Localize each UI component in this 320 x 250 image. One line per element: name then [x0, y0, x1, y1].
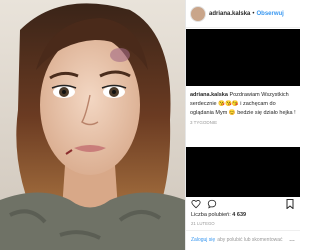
login-text: aby polubić lub skomentować	[217, 237, 283, 243]
avatar[interactable]	[190, 5, 206, 22]
more-options-icon[interactable]: …	[289, 237, 295, 243]
heart-icon[interactable]	[191, 199, 201, 209]
redacted-block-bottom	[186, 147, 300, 197]
post-header: adriana.kalska • Obserwuj	[186, 0, 300, 28]
likes-label: Liczba polubień:	[191, 212, 231, 218]
post-photo[interactable]	[0, 0, 185, 250]
caption-time: 3 tygodnie	[190, 120, 218, 125]
follow-button[interactable]: Obserwuj	[256, 11, 283, 17]
separator-dot: •	[252, 10, 255, 17]
instagram-post: adriana.kalska • Obserwuj adriana.kalska…	[0, 0, 300, 250]
post-actions	[191, 199, 217, 209]
portrait-image	[0, 0, 185, 250]
post-caption: adriana.kalska Pozdrawiam Wszystkich ser…	[190, 91, 296, 118]
bookmark-icon[interactable]	[286, 199, 294, 209]
likes-count: Liczba polubień: 4 639	[191, 212, 246, 218]
header-username[interactable]: adriana.kalska	[209, 11, 250, 17]
comment-icon[interactable]	[207, 199, 217, 209]
caption-username[interactable]: adriana.kalska	[190, 92, 228, 98]
login-prompt: Zaloguj się aby polubić lub skomentować …	[186, 230, 300, 250]
likes-number[interactable]: 4 639	[232, 212, 246, 218]
login-link[interactable]: Zaloguj się	[191, 237, 215, 243]
redacted-block-top	[186, 29, 300, 86]
post-date: 21 lutego	[191, 221, 215, 226]
post-side-panel: adriana.kalska • Obserwuj adriana.kalska…	[185, 0, 300, 250]
